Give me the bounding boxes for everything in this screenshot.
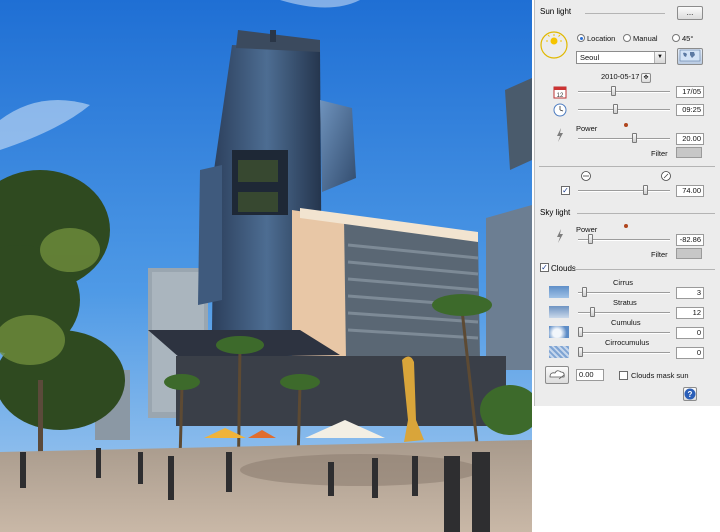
sky-filter-label: Filter xyxy=(651,250,668,259)
clouds-mask-sun-checkbox[interactable] xyxy=(619,371,628,380)
time-slider-track[interactable] xyxy=(578,109,670,111)
calendar-icon: 12 xyxy=(553,86,567,99)
cumulus-label: Cumulus xyxy=(611,318,641,327)
divider xyxy=(539,166,715,167)
chevron-down-icon: ▼ xyxy=(654,52,665,63)
mode-45-radio[interactable] xyxy=(672,34,680,42)
haze-low-icon xyxy=(581,171,591,181)
date-slider-thumb[interactable] xyxy=(611,86,616,96)
stratus-label: Stratus xyxy=(613,298,637,307)
lightning-icon xyxy=(557,229,563,243)
sky-power-field[interactable]: -82.86 xyxy=(676,234,704,246)
cirrocumulus-cloud-icon xyxy=(549,346,569,358)
clouds-title: Clouds xyxy=(551,264,576,273)
svg-text:?: ? xyxy=(688,390,693,399)
clouds-mask-sun-label: Clouds mask sun xyxy=(631,371,689,380)
date-label: 2010-05-17 xyxy=(601,72,640,81)
cumulus-slider-thumb[interactable] xyxy=(578,327,583,337)
date-field[interactable]: 17/05 xyxy=(676,86,704,98)
mode-manual-label: Manual xyxy=(633,34,658,43)
sky-filter-color[interactable] xyxy=(676,248,702,259)
cirrocumulus-field[interactable]: 0 xyxy=(676,347,704,359)
cumulus-cloud-icon xyxy=(549,326,569,338)
date-picker-button[interactable]: ✥ xyxy=(641,73,651,83)
clouds-checkbox[interactable]: ✓ xyxy=(540,263,549,272)
city-select-value: Seoul xyxy=(580,53,600,62)
stratus-field[interactable]: 12 xyxy=(676,307,704,319)
cirrus-field[interactable]: 3 xyxy=(676,287,704,299)
divider xyxy=(585,13,665,14)
time-slider-thumb[interactable] xyxy=(613,104,618,114)
svg-text:12: 12 xyxy=(557,93,564,99)
render-viewport[interactable] xyxy=(0,0,532,532)
help-icon: ? xyxy=(684,388,696,400)
world-map-button[interactable] xyxy=(677,48,703,65)
divider xyxy=(575,269,715,270)
sun-filter-color[interactable] xyxy=(676,147,702,158)
mode-location-label: Location xyxy=(587,34,616,43)
sky-power-slider-thumb[interactable] xyxy=(588,234,593,244)
lightning-icon xyxy=(557,128,563,142)
haze-field[interactable]: 74.00 xyxy=(676,185,704,197)
haze-slider-track[interactable] xyxy=(578,190,670,192)
more-button[interactable]: ... xyxy=(677,6,703,20)
sunlight-title: Sun light xyxy=(540,7,572,16)
city-select[interactable]: Seoul ▼ xyxy=(576,51,666,64)
cirrus-slider-thumb[interactable] xyxy=(582,287,587,297)
help-button[interactable]: ? xyxy=(683,387,697,401)
time-field[interactable]: 09:25 xyxy=(676,104,704,116)
stratus-slider-thumb[interactable] xyxy=(590,307,595,317)
cirrocumulus-slider-track[interactable] xyxy=(578,352,670,354)
lighting-panel: Sun light ... Location Manual 45° Seoul … xyxy=(534,0,720,406)
sun-power-slider-thumb[interactable] xyxy=(632,133,637,143)
cumulus-field[interactable]: 0 xyxy=(676,327,704,339)
cloud-wind-button[interactable] xyxy=(545,366,569,384)
date-slider-track[interactable] xyxy=(578,91,670,93)
cumulus-slider-track[interactable] xyxy=(578,332,670,334)
cirrus-slider-track[interactable] xyxy=(578,292,670,294)
haze-checkbox[interactable]: ✓ xyxy=(561,186,570,195)
sun-icon xyxy=(540,31,568,59)
world-map-icon xyxy=(679,49,701,62)
mode-location-radio[interactable] xyxy=(577,34,585,42)
stratus-cloud-icon xyxy=(549,306,569,318)
cirrus-cloud-icon xyxy=(549,286,569,298)
sun-power-indicator xyxy=(624,123,628,127)
sun-power-slider-track[interactable] xyxy=(578,138,670,140)
sky-power-label: Power xyxy=(576,225,598,234)
sky-power-indicator xyxy=(624,224,628,228)
haze-high-icon xyxy=(661,171,671,181)
mode-manual-radio[interactable] xyxy=(623,34,631,42)
cirrocumulus-label: Cirrocumulus xyxy=(605,338,650,347)
cirrocumulus-slider-thumb[interactable] xyxy=(578,347,583,357)
sun-power-field[interactable]: 20.00 xyxy=(676,133,704,145)
skylight-title: Sky light xyxy=(540,208,571,217)
clock-icon xyxy=(553,103,567,117)
cirrus-label: Cirrus xyxy=(613,278,633,287)
mode-45-label: 45° xyxy=(682,34,694,43)
sun-power-label: Power xyxy=(576,124,598,133)
divider xyxy=(577,213,715,214)
sun-filter-label: Filter xyxy=(651,149,668,158)
cloud-wind-field[interactable]: 0.00 xyxy=(576,369,604,381)
city-scene-render xyxy=(0,0,532,532)
cloud-wind-icon xyxy=(549,370,565,380)
haze-slider-thumb[interactable] xyxy=(643,185,648,195)
